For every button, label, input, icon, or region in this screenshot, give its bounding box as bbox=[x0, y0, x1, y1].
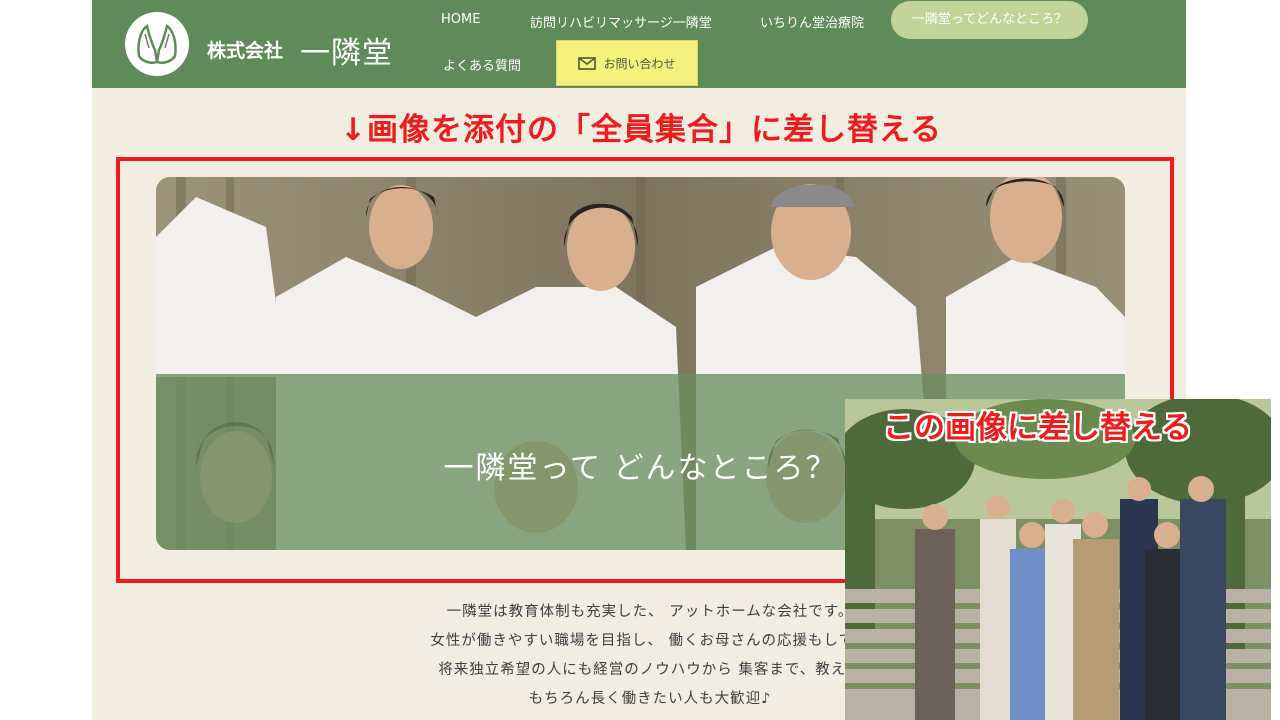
nav-home[interactable]: HOME bbox=[441, 12, 480, 27]
contact-label: お問い合わせ bbox=[603, 56, 676, 71]
nav-visit-rehab-massage[interactable]: 訪問リハビリマッサージ一隣堂 bbox=[530, 12, 712, 31]
logo-hands-icon[interactable] bbox=[125, 12, 189, 76]
company-name[interactable]: 一隣堂 bbox=[300, 28, 393, 72]
group-photo-illustration bbox=[845, 399, 1271, 720]
nav-clinic[interactable]: いちりん堂治療院 bbox=[760, 12, 864, 31]
replacement-photo bbox=[845, 399, 1271, 720]
annotation-inset: この画像に差し替える bbox=[883, 410, 1193, 446]
nav-about-active[interactable]: 一隣堂ってどんなところ？ bbox=[891, 1, 1088, 39]
company-kind: 株式会社 bbox=[207, 40, 284, 62]
nav-faq[interactable]: よくある質問 bbox=[443, 55, 521, 74]
contact-button[interactable]: お問い合わせ bbox=[556, 40, 698, 86]
mail-icon bbox=[578, 56, 597, 70]
annotation-top: ↓画像を添付の「全員集合」に差し替える bbox=[340, 112, 943, 148]
